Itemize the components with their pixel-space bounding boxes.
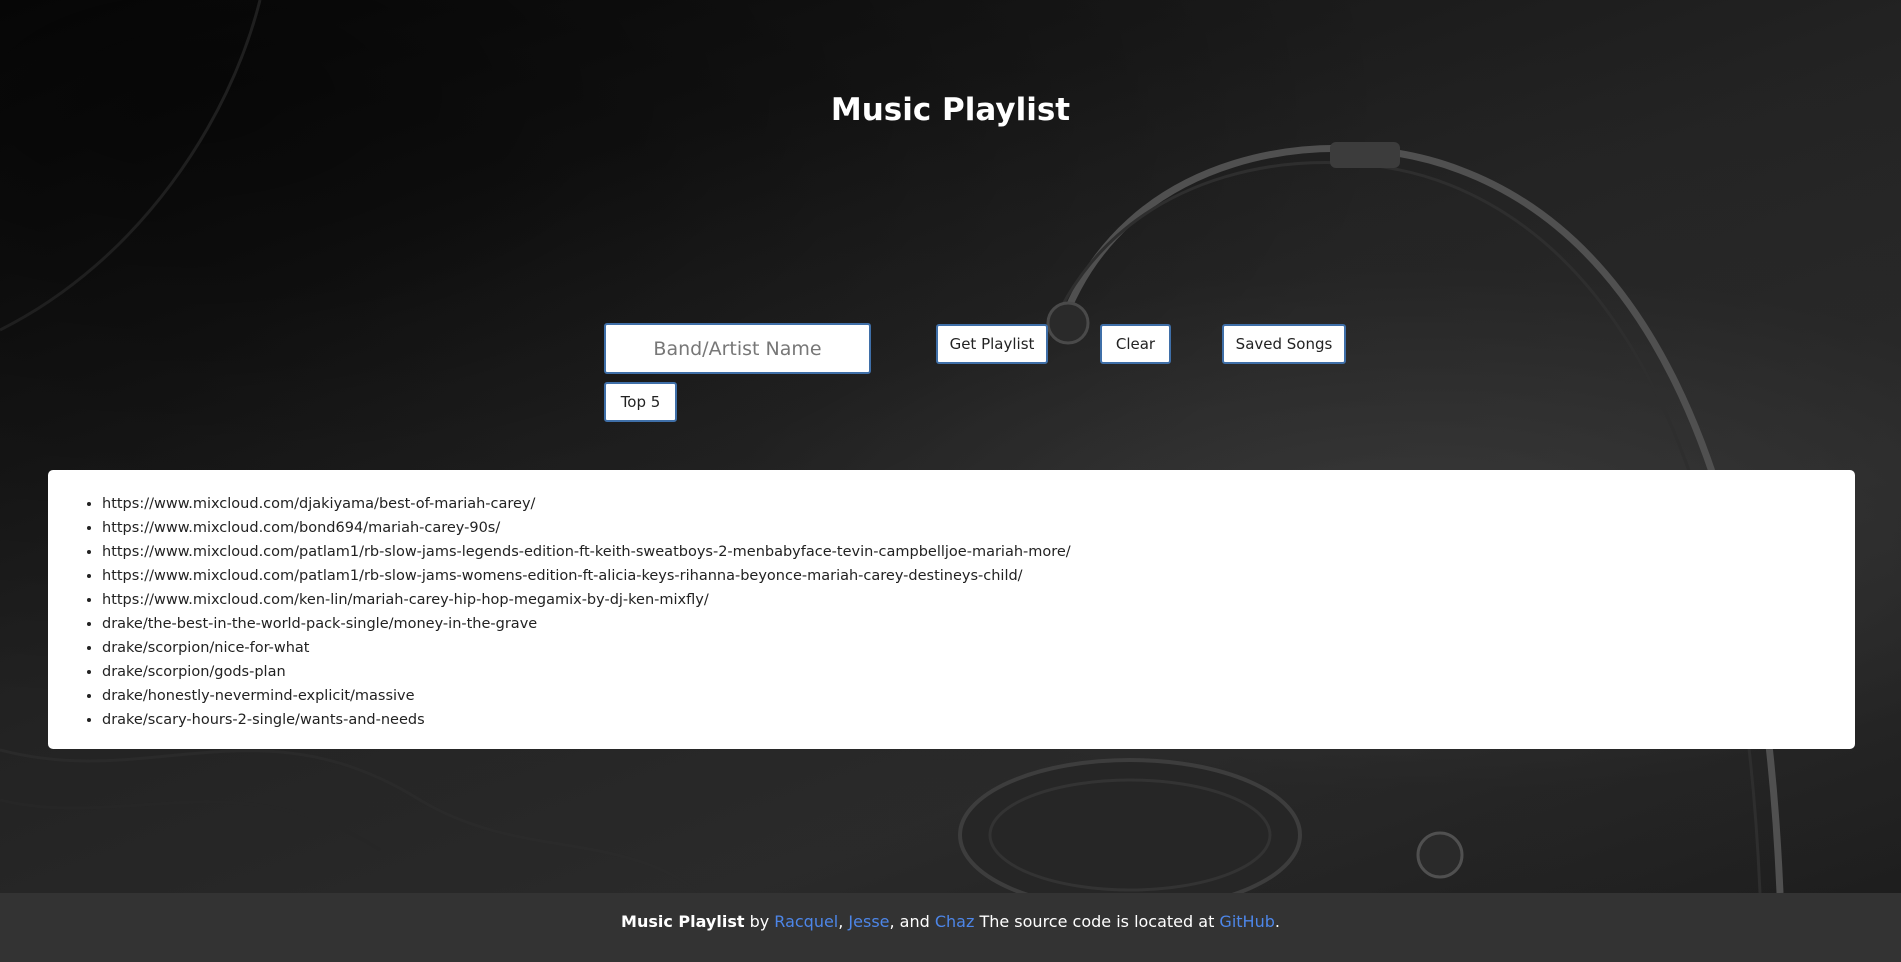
author-link-jesse[interactable]: Jesse (848, 912, 889, 931)
playlist-item: https://www.mixcloud.com/patlam1/rb-slow… (102, 564, 1855, 588)
playlist-item: drake/the-best-in-the-world-pack-single/… (102, 612, 1855, 636)
clear-button[interactable]: Clear (1100, 324, 1171, 364)
author-link-chaz[interactable]: Chaz (935, 912, 975, 931)
author-link-racquel[interactable]: Racquel (774, 912, 838, 931)
footer-separator: , and (889, 912, 935, 931)
page-title: Music Playlist (830, 92, 1071, 128)
artist-search-input[interactable] (604, 323, 871, 374)
get-playlist-button[interactable]: Get Playlist (936, 324, 1048, 364)
playlist-item: drake/scorpion/nice-for-what (102, 636, 1855, 660)
footer-source-text: The source code is located at (974, 912, 1220, 931)
github-link[interactable]: GitHub (1219, 912, 1274, 931)
playlist-item: https://www.mixcloud.com/ken-lin/mariah-… (102, 588, 1855, 612)
playlist-item: https://www.mixcloud.com/patlam1/rb-slow… (102, 540, 1855, 564)
footer-separator: , (838, 912, 849, 931)
playlist-item: https://www.mixcloud.com/djakiyama/best-… (102, 492, 1855, 516)
footer: Music Playlist by Racquel, Jesse, and Ch… (0, 893, 1901, 962)
footer-by-text: by (744, 912, 775, 931)
playlist-results-panel: https://www.mixcloud.com/djakiyama/best-… (48, 470, 1855, 749)
playlist-item: drake/scorpion/gods-plan (102, 660, 1855, 684)
playlist-item: https://www.mixcloud.com/bond694/mariah-… (102, 516, 1855, 540)
playlist-item: drake/honestly-nevermind-explicit/massiv… (102, 684, 1855, 708)
footer-period: . (1274, 912, 1280, 931)
playlist-list: https://www.mixcloud.com/djakiyama/best-… (48, 492, 1855, 732)
footer-app-name: Music Playlist (621, 912, 745, 931)
top5-button[interactable]: Top 5 (604, 382, 677, 422)
headphones-background-graphic (0, 0, 1784, 893)
playlist-item: drake/scary-hours-2-single/wants-and-nee… (102, 708, 1855, 732)
saved-songs-button[interactable]: Saved Songs (1222, 324, 1346, 364)
